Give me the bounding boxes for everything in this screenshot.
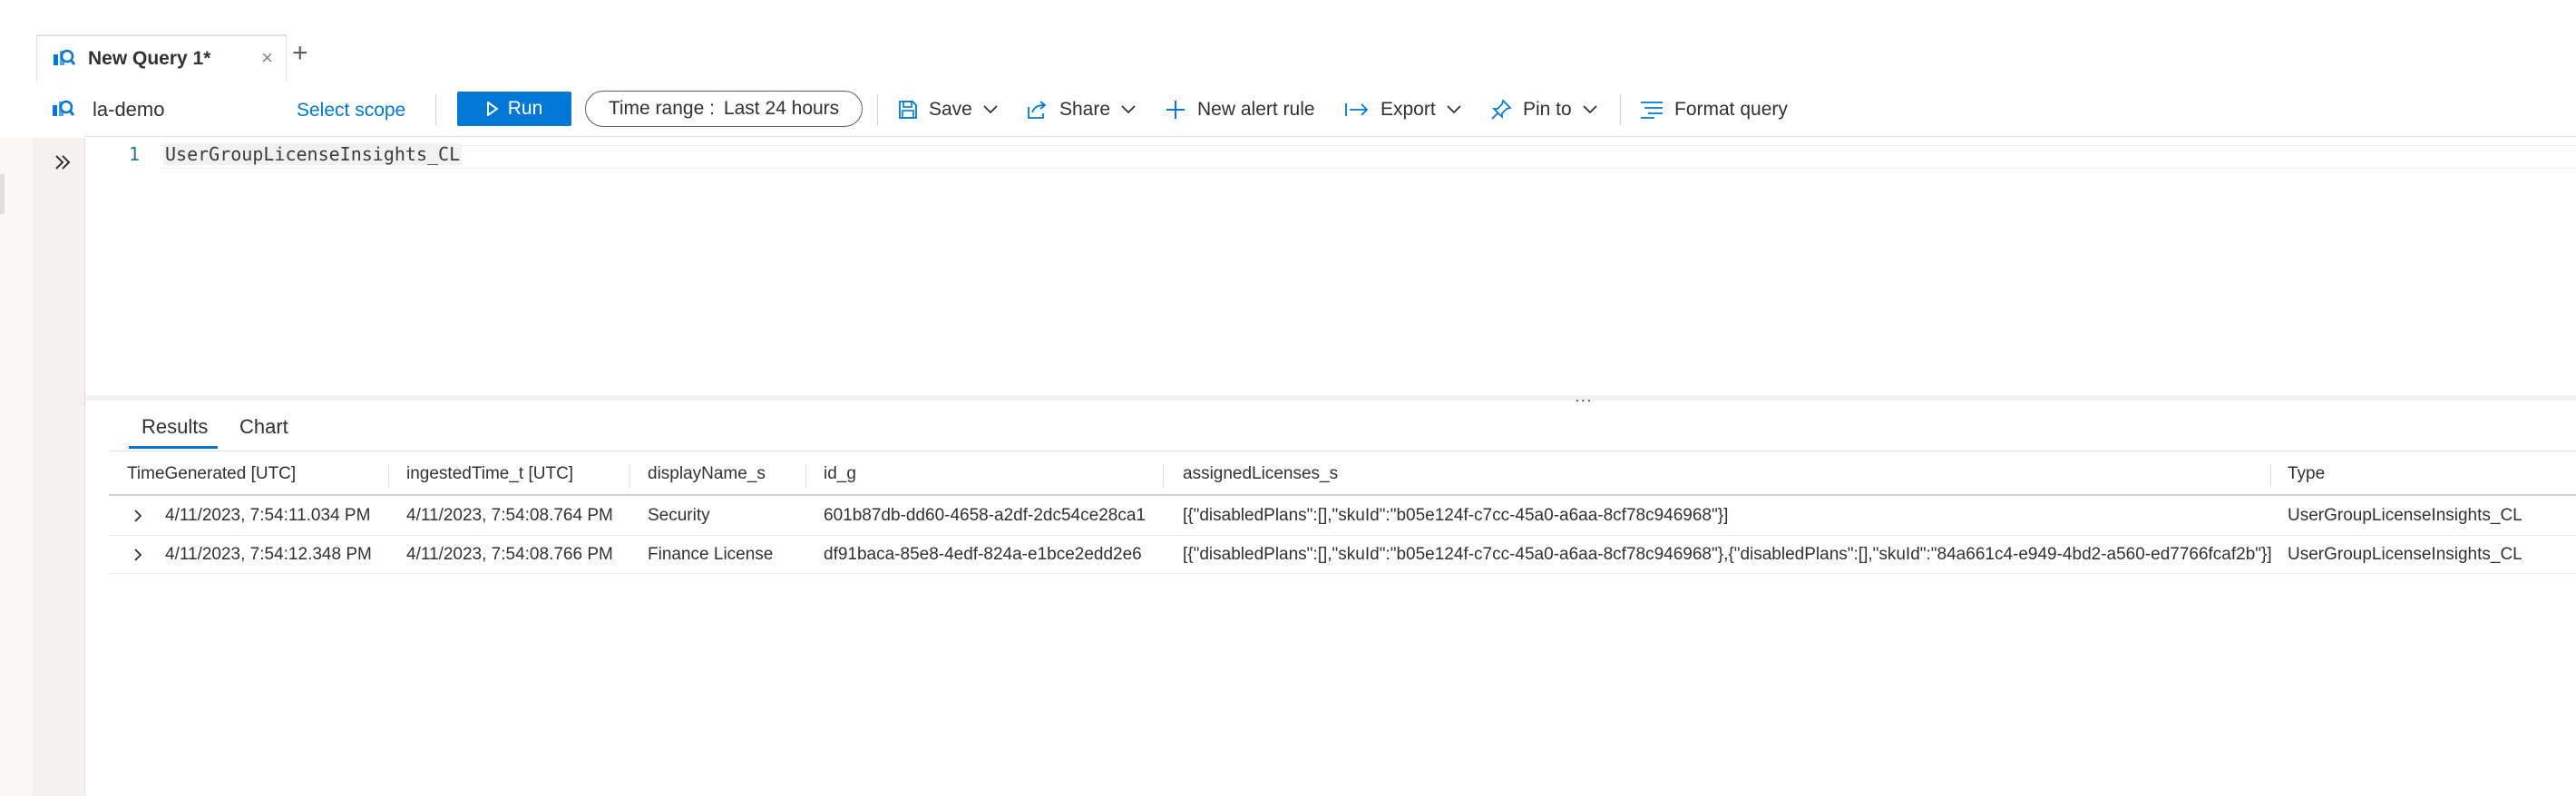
- share-button[interactable]: Share: [1027, 94, 1136, 125]
- pin-to-button[interactable]: Pin to: [1490, 94, 1597, 125]
- log-analytics-icon: [52, 47, 75, 71]
- cell-id: df91baca-85e8-4edf-824a-e1bce2edd2e6: [824, 545, 1142, 564]
- close-tab-icon[interactable]: ×: [261, 48, 273, 68]
- column-header-assignedlicenses[interactable]: assignedLicenses_s: [1183, 464, 1338, 484]
- run-button[interactable]: Run: [457, 92, 571, 126]
- cell-type: UserGroupLicenseInsights_CL: [2288, 506, 2522, 525]
- time-range-button[interactable]: Time range : Last 24 hours: [585, 91, 863, 127]
- line-number: 1: [129, 143, 141, 165]
- splitter-grip[interactable]: ...: [1575, 386, 1593, 407]
- column-separator[interactable]: [2270, 464, 2271, 488]
- format-lines-icon: [1641, 102, 1663, 119]
- cell-displayname: Finance License: [648, 545, 774, 564]
- toolbar-divider: [435, 94, 436, 125]
- time-range-value: Last 24 hours: [723, 98, 840, 119]
- export-button[interactable]: Export: [1344, 94, 1461, 125]
- left-edge-marker: [0, 174, 5, 214]
- pin-to-label: Pin to: [1523, 99, 1572, 120]
- cell-ingestedtime: 4/11/2023, 7:54:08.764 PM: [406, 506, 613, 525]
- column-header-type[interactable]: Type: [2288, 464, 2325, 484]
- chevron-down-icon: [983, 105, 998, 114]
- time-range-key: Time range :: [608, 98, 715, 119]
- share-icon: [1028, 101, 1047, 119]
- query-editor[interactable]: [86, 138, 2576, 395]
- column-header-ingestedtime[interactable]: ingestedTime_t [UTC]: [406, 464, 573, 484]
- column-separator[interactable]: [629, 464, 630, 488]
- query-text[interactable]: UserGroupLicenseInsights_CL: [163, 143, 463, 165]
- chevron-down-icon: [1447, 105, 1461, 114]
- toolbar-divider: [877, 94, 878, 125]
- cell-type: UserGroupLicenseInsights_CL: [2288, 545, 2522, 564]
- workspace-name: la-demo: [93, 98, 165, 121]
- cell-ingestedtime: 4/11/2023, 7:54:08.766 PM: [406, 545, 613, 564]
- column-separator[interactable]: [805, 464, 806, 488]
- cell-displayname: Security: [648, 506, 710, 525]
- column-separator[interactable]: [1163, 464, 1164, 488]
- schema-side-rail: [33, 138, 85, 796]
- tab-results[interactable]: Results: [141, 415, 208, 439]
- save-button[interactable]: Save: [898, 94, 998, 125]
- cell-timegenerated: 4/11/2023, 7:54:12.348 PM: [165, 545, 372, 564]
- column-header-displayname[interactable]: displayName_s: [648, 464, 766, 484]
- query-tab[interactable]: New Query 1* ×: [36, 34, 287, 82]
- query-tab-label: New Query 1*: [88, 48, 211, 69]
- chevron-right-icon[interactable]: [131, 548, 145, 562]
- save-label: Save: [929, 99, 972, 120]
- export-label: Export: [1381, 99, 1436, 120]
- chevron-down-icon: [1121, 105, 1136, 114]
- chevron-down-icon: [1583, 105, 1597, 114]
- cell-assignedlicenses: [{"disabledPlans":[],"skuId":"b05e124f-c…: [1183, 545, 2272, 564]
- column-header-timegenerated[interactable]: TimeGenerated [UTC]: [127, 464, 296, 484]
- format-query-button[interactable]: Format query: [1640, 94, 1788, 125]
- cell-assignedlicenses: [{"disabledPlans":[],"skuId":"b05e124f-c…: [1183, 506, 1729, 525]
- column-header-id[interactable]: id_g: [824, 464, 856, 484]
- toolbar-divider-line: [85, 136, 2576, 137]
- export-arrow-icon: [1345, 103, 1369, 116]
- cell-id: 601b87db-dd60-4658-a2df-2dc54ce28ca1: [824, 506, 1146, 525]
- new-alert-rule-button[interactable]: New alert rule: [1165, 94, 1315, 125]
- editor-results-splitter[interactable]: [86, 395, 2576, 401]
- tab-chart[interactable]: Chart: [239, 415, 288, 439]
- add-tab-button[interactable]: +: [292, 40, 308, 67]
- plus-icon: [1166, 101, 1185, 119]
- format-query-label: Format query: [1674, 99, 1788, 120]
- left-edge-panel: [0, 138, 33, 796]
- chevron-right-icon[interactable]: [131, 509, 145, 523]
- workspace-icon: [51, 98, 74, 121]
- save-icon: [899, 101, 917, 119]
- play-icon: [486, 102, 499, 116]
- run-button-label: Run: [507, 98, 543, 119]
- cell-timegenerated: 4/11/2023, 7:54:11.034 PM: [165, 506, 371, 525]
- current-line-highlight: [160, 145, 2576, 169]
- share-label: Share: [1059, 99, 1111, 120]
- column-separator[interactable]: [388, 464, 389, 488]
- pin-icon: [1491, 99, 1512, 120]
- active-tab-indicator: [129, 446, 218, 449]
- double-chevron-right-icon[interactable]: [53, 152, 73, 172]
- toolbar-divider: [1620, 94, 1621, 125]
- select-scope-link[interactable]: Select scope: [297, 100, 405, 121]
- new-alert-rule-label: New alert rule: [1197, 99, 1315, 120]
